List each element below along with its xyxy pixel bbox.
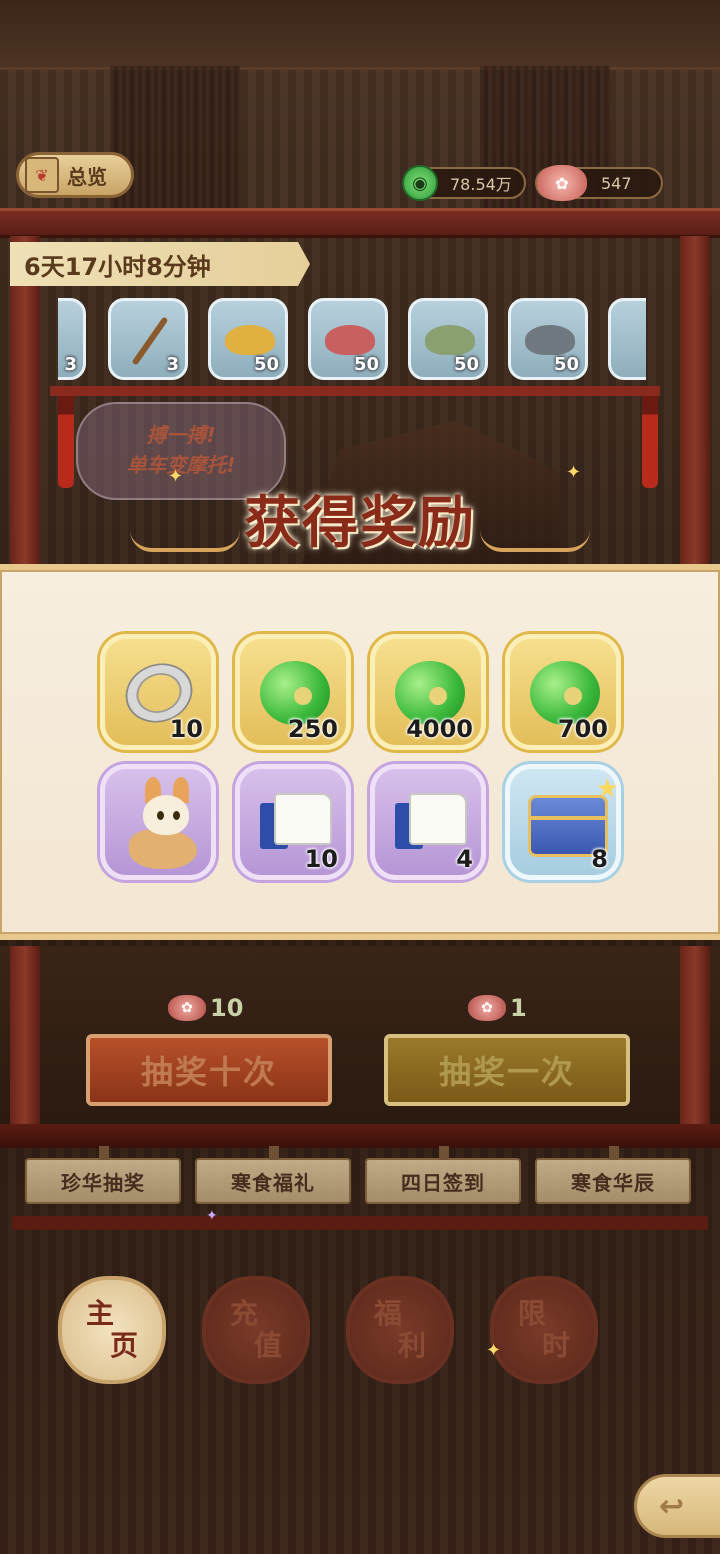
shop-item-row: 3 3 50 50 50 50 xyxy=(58,298,646,384)
star-icon: ★ xyxy=(595,774,619,804)
draw-ten-button[interactable]: 抽奖十次 xyxy=(86,1034,332,1106)
shop-item-qty: 50 xyxy=(453,354,479,375)
tab-rare-lottery[interactable]: 珍华抽奖 xyxy=(25,1146,181,1204)
reward-qty: 8 xyxy=(591,845,608,873)
tassel xyxy=(642,396,658,488)
shop-item-qty: 50 xyxy=(553,354,579,375)
fox-body xyxy=(129,829,197,869)
shop-item[interactable]: 3 xyxy=(58,298,86,380)
shop-item[interactable] xyxy=(608,298,646,380)
nav-home[interactable]: 主 页 xyxy=(58,1276,166,1384)
reward-panel[interactable] xyxy=(0,564,720,940)
reward-item[interactable]: 10 xyxy=(235,764,351,880)
draw-one-cost-value: 1 xyxy=(510,994,527,1022)
brush-icon xyxy=(131,316,169,366)
flower-amount: 547 xyxy=(601,173,632,193)
tab-festival-gift[interactable]: 寒食福礼 xyxy=(195,1146,351,1204)
tab-festival-celebration[interactable]: 寒食华辰 xyxy=(535,1146,691,1204)
overview-label: 总览 xyxy=(67,164,107,189)
left-pillar xyxy=(10,946,40,1126)
draw-ten-cost-value: 10 xyxy=(210,994,244,1022)
overview-button[interactable]: ❦ 总览 xyxy=(16,152,134,198)
reward-item[interactable]: ★ 8 xyxy=(505,764,621,880)
reward-item[interactable]: 4000 xyxy=(370,634,486,750)
shop-item-qty: 3 xyxy=(166,354,179,375)
nav-welfare[interactable]: 福 利 xyxy=(346,1276,454,1384)
nav-char: 页 xyxy=(109,1329,138,1362)
shop-item[interactable]: 3 xyxy=(108,298,188,380)
book-paper xyxy=(409,793,467,845)
reward-item[interactable] xyxy=(100,764,216,880)
nav-char: 值 xyxy=(253,1329,282,1362)
fox-eye xyxy=(173,811,180,820)
yellow-sand-icon xyxy=(225,325,275,355)
tab-four-day-checkin[interactable]: 四日签到 xyxy=(365,1146,521,1204)
draw-one-cost: ✿ 1 xyxy=(468,994,527,1022)
sparkle-icon: ✦ xyxy=(486,1340,502,1361)
countdown-timer: 6天17小时8分钟 xyxy=(10,242,310,286)
nav-char: 福 xyxy=(373,1297,402,1330)
nav-limited[interactable]: 限 时 xyxy=(490,1276,598,1384)
jade-coin-icon: ◉ xyxy=(402,165,438,201)
peony-flower-icon: ✿ xyxy=(168,995,206,1021)
scroll-book-icon xyxy=(260,793,332,851)
reward-qty: 10 xyxy=(169,715,203,743)
nav-recharge[interactable]: 充 值 xyxy=(202,1276,310,1384)
fox-pet-icon xyxy=(123,777,203,873)
reward-qty: 700 xyxy=(557,715,608,743)
gray-sand-icon xyxy=(525,325,575,355)
draw-one-button[interactable]: 抽奖一次 xyxy=(384,1034,630,1106)
nav-char: 主 xyxy=(85,1297,114,1330)
shop-item-qty: 3 xyxy=(64,354,77,375)
reward-qty: 4 xyxy=(456,845,473,873)
tassel xyxy=(58,396,74,488)
shop-beam xyxy=(50,386,660,396)
shop-item[interactable]: 50 xyxy=(208,298,288,380)
back-arrow-icon: ↩ xyxy=(659,1488,685,1524)
book-icon: ❦ xyxy=(25,157,59,193)
reward-qty: 10 xyxy=(304,845,338,873)
shop-frame-top xyxy=(0,208,720,238)
tab-base xyxy=(12,1216,708,1230)
reward-qty: 4000 xyxy=(406,715,473,743)
red-sand-icon xyxy=(325,325,375,355)
nav-char: 利 xyxy=(397,1329,426,1362)
reward-item[interactable]: 250 xyxy=(235,634,351,750)
peony-flower-icon: ✿ xyxy=(468,995,506,1021)
shop-item[interactable]: 50 xyxy=(308,298,388,380)
shop-item[interactable]: 50 xyxy=(408,298,488,380)
peony-flower-icon: ✿ xyxy=(537,165,587,201)
fox-head xyxy=(143,795,189,835)
reward-item[interactable]: 4 xyxy=(370,764,486,880)
nav-char: 限 xyxy=(517,1297,546,1330)
top-beam xyxy=(0,0,720,70)
jade-amount: 78.54万 xyxy=(450,175,512,194)
curtain xyxy=(110,66,240,216)
flower-currency: ✿ 547 xyxy=(535,165,663,201)
sparkle-icon: ✦ xyxy=(206,1208,218,1224)
draw-ten-cost: ✿ 10 xyxy=(168,994,243,1022)
nav-char: 时 xyxy=(541,1329,570,1362)
shop-item[interactable]: 50 xyxy=(508,298,588,380)
fox-eye xyxy=(157,811,164,820)
green-sand-icon xyxy=(425,325,475,355)
bubble-line: 搏一搏! xyxy=(146,423,216,447)
shop-item-qty: 50 xyxy=(353,354,379,375)
shop-item-qty: 50 xyxy=(253,354,279,375)
nav-char: 充 xyxy=(229,1297,258,1330)
reward-item[interactable]: 10 xyxy=(100,634,216,750)
jade-currency: ◉ 78.54万 xyxy=(402,165,526,201)
reward-title: 获得奖励 xyxy=(244,490,476,556)
reward-qty: 250 xyxy=(287,715,338,743)
tab-beam xyxy=(0,1124,720,1148)
book-paper xyxy=(274,793,332,845)
back-button[interactable]: ↩ xyxy=(634,1474,720,1538)
scroll-book-icon xyxy=(395,793,467,851)
right-pillar xyxy=(680,946,710,1126)
reward-item[interactable]: 700 xyxy=(505,634,621,750)
